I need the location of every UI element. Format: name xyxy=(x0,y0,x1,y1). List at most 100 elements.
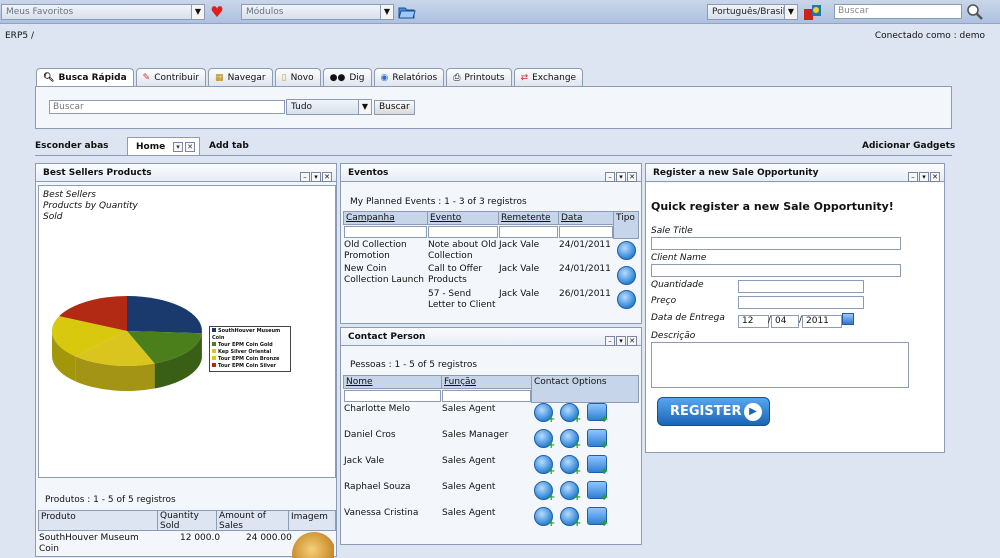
description-textarea[interactable] xyxy=(651,342,909,388)
column-header-product[interactable]: Produto xyxy=(38,510,158,531)
column-header-name[interactable]: Nome xyxy=(343,375,442,389)
plus-icon: + xyxy=(547,441,555,451)
column-header-image[interactable]: Imagem xyxy=(288,510,336,531)
search-icon[interactable] xyxy=(965,3,985,21)
day-input[interactable]: 12 xyxy=(738,315,769,328)
tab-home[interactable]: Home ▾ ✕ xyxy=(127,137,200,156)
column-header-contact-options: Contact Options xyxy=(531,375,639,403)
column-header-amount[interactable]: Amount of Sales xyxy=(216,510,289,531)
top-search-input[interactable]: Buscar xyxy=(834,4,962,19)
contact-role: Sales Agent xyxy=(442,404,495,415)
column-header-event[interactable]: Evento xyxy=(427,211,499,225)
calendar-icon[interactable] xyxy=(842,313,854,325)
column-header-quantity[interactable]: Quantity Sold xyxy=(157,510,217,531)
date-filter-input[interactable] xyxy=(559,226,613,238)
letter-icon[interactable] xyxy=(617,290,636,309)
tab-contribute[interactable]: ✎ Contribuir xyxy=(136,68,206,86)
contact-name[interactable]: Vanessa Cristina xyxy=(344,508,418,519)
contact-name[interactable]: Daniel Cros xyxy=(344,430,396,441)
chart-area: Best Sellers Products by Quantity Sold S… xyxy=(38,185,336,478)
event-title[interactable]: Call to Offer Products xyxy=(428,264,498,286)
minimize-icon[interactable]: – xyxy=(300,172,310,182)
chevron-down-icon: ▼ xyxy=(358,100,371,114)
chevron-down-icon[interactable]: ▾ xyxy=(919,172,929,182)
contact-name[interactable]: Charlotte Melo xyxy=(344,404,410,415)
column-header-campaign[interactable]: Campanha xyxy=(343,211,428,225)
event-filter-input[interactable] xyxy=(428,226,498,238)
close-icon[interactable]: ✕ xyxy=(322,172,332,182)
event-campaign[interactable]: Old Collection Promotion xyxy=(344,240,424,262)
column-header-date[interactable]: Data xyxy=(558,211,614,225)
sender-filter-input[interactable] xyxy=(499,226,558,238)
search-scope-select[interactable]: Tudo ▼ xyxy=(286,99,372,115)
event-campaign[interactable]: New Coin Collection Launch xyxy=(344,264,424,286)
legend-item: Tour EPM Coin Gold xyxy=(212,342,288,349)
legend-label: Tour EPM Coin Bronze xyxy=(218,356,279,362)
close-icon[interactable]: ✕ xyxy=(185,142,195,152)
plus-icon: + xyxy=(547,467,555,477)
best-sellers-gadget: Best Sellers Products –▾✕ Best Sellers P… xyxy=(35,163,337,557)
month-input[interactable]: 04 xyxy=(771,315,799,328)
chevron-down-icon[interactable]: ▾ xyxy=(616,336,626,346)
open-folder-icon[interactable] xyxy=(397,4,417,20)
campaign-filter-input[interactable] xyxy=(344,226,427,238)
contact-name[interactable]: Jack Vale xyxy=(344,456,384,467)
client-name-input[interactable] xyxy=(651,264,901,277)
minimize-icon[interactable]: – xyxy=(908,172,918,182)
year-input[interactable]: 2011 xyxy=(802,315,842,328)
contact-name[interactable]: Raphael Souza xyxy=(344,482,411,493)
amount-of-sales: 24 000.00 xyxy=(246,533,292,544)
plus-icon: + xyxy=(573,493,581,503)
breadcrumb[interactable]: ERP5 / xyxy=(5,31,34,41)
header-label: Campanha xyxy=(346,213,395,223)
heart-icon[interactable]: ♥ xyxy=(207,4,227,20)
contact-role: Sales Agent xyxy=(442,456,495,467)
chevron-down-icon[interactable]: ▾ xyxy=(173,142,183,152)
phone-icon[interactable] xyxy=(617,266,636,285)
chevron-down-icon[interactable]: ▾ xyxy=(311,172,321,182)
event-title[interactable]: 57 - Send Letter to Client xyxy=(428,289,500,311)
add-gadgets-link[interactable]: Adicionar Gadgets xyxy=(862,141,955,151)
tab-reports[interactable]: ◉ Relatórios xyxy=(374,68,445,86)
tab-label: Busca Rápida xyxy=(58,73,126,83)
sale-title-input[interactable] xyxy=(651,237,901,250)
event-date: 24/01/2011 xyxy=(559,264,611,275)
minimize-icon[interactable]: – xyxy=(605,336,615,346)
tab-printouts[interactable]: ⎙ Printouts xyxy=(446,68,511,86)
quick-search-input[interactable]: Buscar xyxy=(49,100,285,114)
quantity-sold: 12 000.0 xyxy=(180,533,220,544)
tab-browse[interactable]: ▦ Navegar xyxy=(208,68,273,86)
header-label: Nome xyxy=(346,377,373,387)
chevron-down-icon[interactable]: ▾ xyxy=(616,172,626,182)
role-filter-input[interactable] xyxy=(442,390,531,402)
column-header-sender[interactable]: Remetente xyxy=(498,211,559,225)
register-button[interactable]: REGISTER ▶ xyxy=(657,397,770,426)
contact-role: Sales Agent xyxy=(442,482,495,493)
close-icon[interactable]: ✕ xyxy=(627,336,637,346)
note-icon[interactable] xyxy=(617,241,636,260)
tab-dig[interactable]: ●● Dig xyxy=(323,68,372,86)
quick-search-button[interactable]: Buscar xyxy=(374,100,415,115)
quantity-input[interactable] xyxy=(738,280,864,293)
contacts-summary: Pessoas : 1 - 5 of 5 registros xyxy=(350,360,477,370)
language-select[interactable]: Português/Brasil ▼ xyxy=(707,4,798,20)
favorites-select[interactable]: Meus Favoritos ▼ xyxy=(1,4,205,20)
hide-tabs-link[interactable]: Esconder abas xyxy=(35,141,109,151)
play-icon: ▶ xyxy=(744,403,762,421)
name-filter-input[interactable] xyxy=(344,390,441,402)
tab-exchange[interactable]: ⇄ Exchange xyxy=(514,68,584,86)
flags-icon[interactable] xyxy=(802,3,824,21)
add-tab-link[interactable]: Add tab xyxy=(209,141,249,151)
close-icon[interactable]: ✕ xyxy=(627,172,637,182)
modules-select[interactable]: Módulos ▼ xyxy=(241,4,394,20)
price-input[interactable] xyxy=(738,296,864,309)
minimize-icon[interactable]: – xyxy=(605,172,615,182)
tab-new[interactable]: ▯ Novo xyxy=(275,68,321,86)
product-name[interactable]: SouthHouver Museum Coin xyxy=(39,533,154,555)
plus-icon: + xyxy=(573,415,581,425)
column-header-role[interactable]: Função xyxy=(441,375,532,389)
event-title[interactable]: Note about Old Collection xyxy=(428,240,498,262)
close-icon[interactable]: ✕ xyxy=(930,172,940,182)
register-opportunity-gadget: Register a new Sale Opportunity –▾✕ Quic… xyxy=(645,163,945,453)
tab-quick-search[interactable]: 🔍︎ Busca Rápida xyxy=(36,68,134,87)
